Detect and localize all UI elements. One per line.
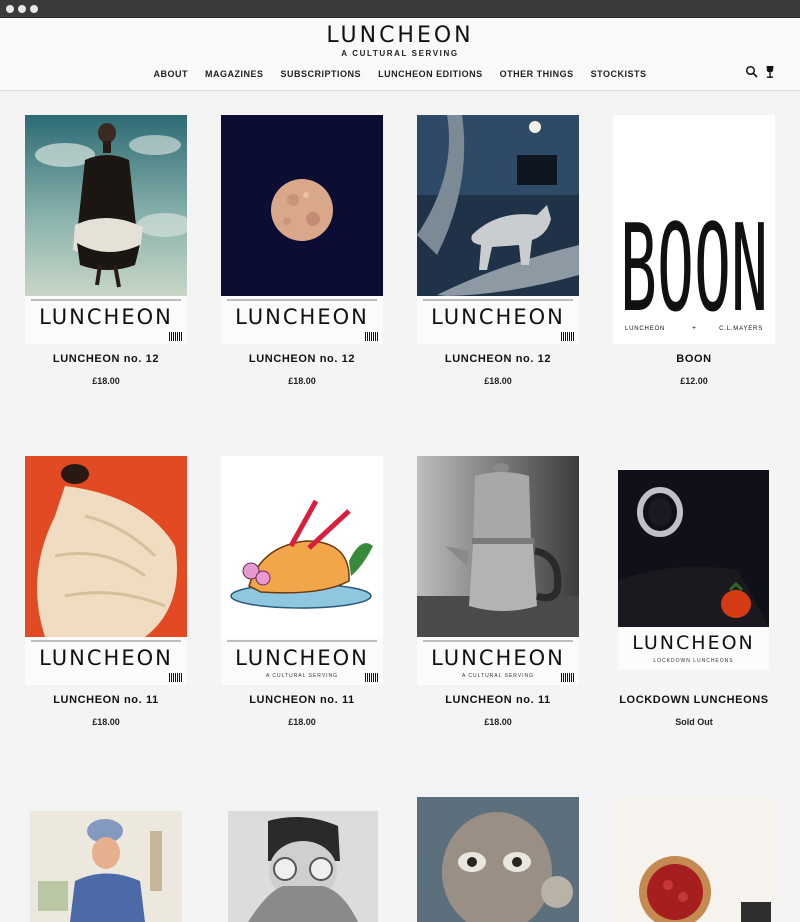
product-cover-2[interactable]: LUNCHEON — [221, 115, 383, 344]
window-maximize-dot[interactable] — [30, 5, 38, 13]
site-header: LUNCHEON A CULTURAL SERVING ABOUT MAGAZI… — [0, 18, 800, 91]
nav-luncheon-editions[interactable]: LUNCHEON EDITIONS — [378, 69, 483, 79]
product-title-1[interactable]: LUNCHEON no. 12 — [8, 353, 204, 365]
cover-masthead: LUNCHEON — [25, 296, 187, 344]
product-price-7: £18.00 — [484, 717, 512, 727]
product-title-2[interactable]: LUNCHEON no. 12 — [204, 353, 400, 365]
boon-credit-plus: + — [692, 325, 697, 332]
product-cover-12[interactable] — [613, 797, 775, 922]
search-icon[interactable] — [745, 65, 759, 79]
product-cover-4[interactable]: BOON LUNCHEON + C.L.MAYERS — [613, 115, 775, 344]
product-price-8: Sold Out — [675, 717, 713, 727]
site-logo[interactable]: LUNCHEON — [0, 23, 800, 48]
cover-masthead: LUNCHEON — [417, 296, 579, 344]
barcode-icon — [561, 332, 575, 341]
cover-subtitle: LOCKDOWN LUNCHEONS — [653, 658, 734, 664]
product-title-5[interactable]: LUNCHEON no. 11 — [8, 694, 204, 706]
cover-art-pie — [613, 797, 775, 922]
cover-masthead-text: LUNCHEON — [235, 646, 369, 670]
wine-glass-icon[interactable] — [763, 65, 777, 79]
cover-masthead-text: LUNCHEON — [39, 646, 173, 670]
cover-subtitle: A CULTURAL SERVING — [265, 673, 339, 679]
nav-other-things[interactable]: OTHER THINGS — [500, 69, 574, 79]
browser-titlebar — [0, 0, 800, 18]
product-title-3[interactable]: LUNCHEON no. 12 — [400, 353, 596, 365]
product-price-5: £18.00 — [92, 717, 120, 727]
cover-masthead: LUNCHEON A CULTURAL SERVING — [417, 637, 579, 685]
product-title-7[interactable]: LUNCHEON no. 11 — [400, 694, 596, 706]
nav-about[interactable]: ABOUT — [154, 69, 189, 79]
product-cover-7[interactable]: LUNCHEON A CULTURAL SERVING — [417, 456, 579, 685]
cover-masthead-text: LUNCHEON — [632, 632, 755, 654]
product-cover-5[interactable]: LUNCHEON — [25, 456, 187, 685]
nav-magazines[interactable]: MAGAZINES — [205, 69, 264, 79]
boon-big-word: BOON — [620, 200, 768, 339]
product-cover-11[interactable] — [417, 797, 579, 922]
cover-masthead-text: LUNCHEON — [431, 646, 565, 670]
cover-art-painted-face — [417, 797, 579, 922]
product-cover-8[interactable]: LUNCHEON LOCKDOWN LUNCHEONS — [618, 470, 769, 670]
product-title-8[interactable]: LOCKDOWN LUNCHEONS — [596, 694, 792, 706]
main-nav: ABOUT MAGAZINES SUBSCRIPTIONS LUNCHEON E… — [0, 69, 800, 79]
product-cover-3[interactable]: LUNCHEON — [417, 115, 579, 344]
nav-stockists[interactable]: STOCKISTS — [591, 69, 647, 79]
window-close-dot[interactable] — [6, 5, 14, 13]
boon-credit-left: LUNCHEON — [625, 326, 666, 332]
cover-masthead: LUNCHEON A CULTURAL SERVING — [221, 637, 383, 685]
product-price-6: £18.00 — [288, 717, 316, 727]
barcode-icon — [561, 673, 575, 682]
cover-masthead: LUNCHEON — [221, 296, 383, 344]
cover-art-boon: BOON — [620, 200, 768, 339]
product-title-4[interactable]: BOON — [596, 353, 792, 365]
product-cover-1[interactable]: LUNCHEON — [25, 115, 187, 344]
window-minimize-dot[interactable] — [18, 5, 26, 13]
product-title-6[interactable]: LUNCHEON no. 11 — [204, 694, 400, 706]
product-cover-10[interactable] — [228, 811, 378, 922]
nav-subscriptions[interactable]: SUBSCRIPTIONS — [281, 69, 362, 79]
product-price-1: £18.00 — [92, 376, 120, 386]
boon-credit-right: C.L.MAYERS — [719, 326, 763, 332]
product-price-3: £18.00 — [484, 376, 512, 386]
product-price-2: £18.00 — [288, 376, 316, 386]
barcode-icon — [365, 332, 379, 341]
cover-masthead: LUNCHEON LOCKDOWN LUNCHEONS — [618, 627, 769, 670]
cover-masthead: LUNCHEON — [25, 637, 187, 685]
cover-masthead-text: LUNCHEON — [235, 305, 369, 329]
product-price-4: £12.00 — [680, 376, 708, 386]
cover-subtitle: A CULTURAL SERVING — [461, 673, 535, 679]
cover-masthead-text: LUNCHEON — [431, 305, 565, 329]
cover-art-portrait-bw — [228, 811, 378, 922]
cover-masthead-text: LUNCHEON — [39, 305, 173, 329]
barcode-icon — [365, 673, 379, 682]
product-cover-6[interactable]: LUNCHEON A CULTURAL SERVING — [221, 456, 383, 685]
barcode-icon — [169, 673, 183, 682]
product-cover-9[interactable] — [30, 811, 182, 922]
barcode-icon — [169, 332, 183, 341]
site-tagline: A CULTURAL SERVING — [341, 49, 459, 58]
cover-art-watercolour — [30, 811, 182, 922]
